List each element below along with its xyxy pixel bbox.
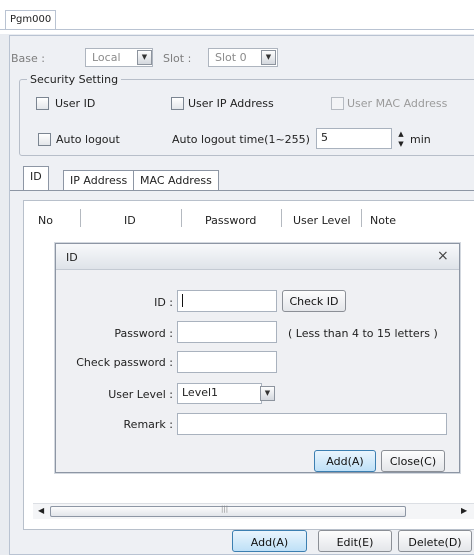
- slot-select-value: Slot 0: [215, 51, 247, 64]
- horizontal-scrollbar[interactable]: ◀ ||| ▶: [33, 503, 474, 519]
- user-id-checkbox[interactable]: [36, 97, 49, 110]
- text-cursor: [182, 294, 183, 307]
- column-header-user-level: User Level: [293, 214, 351, 227]
- base-label: Base :: [11, 52, 45, 65]
- min-label: min: [410, 133, 431, 146]
- tab-id-label: ID: [30, 170, 42, 183]
- remark-input[interactable]: [177, 413, 447, 435]
- user-id-label: User ID: [55, 97, 96, 110]
- check-id-button[interactable]: Check ID: [282, 290, 346, 312]
- close-button-label: Close(C): [389, 455, 437, 468]
- tab-ip-address-label: IP Address: [70, 174, 128, 187]
- tab-divider: [10, 190, 474, 191]
- user-level-label: User Level :: [108, 388, 173, 401]
- user-ip-checkbox[interactable]: [171, 97, 184, 110]
- auto-logout-time-label: Auto logout time(1~255): [172, 133, 310, 146]
- bottom-edit-label: Edit(E): [336, 536, 374, 549]
- scrollbar-thumb[interactable]: |||: [50, 505, 406, 517]
- chevron-down-icon[interactable]: ▼: [261, 50, 276, 65]
- tabbar-divider: [0, 29, 474, 30]
- tab-mac-address[interactable]: MAC Address: [133, 170, 219, 190]
- id-dialog: ID × ID : Check ID Password : ( Less tha…: [55, 243, 460, 473]
- column-separator: [80, 209, 81, 227]
- close-button[interactable]: Close(C): [381, 450, 445, 472]
- close-icon[interactable]: ×: [437, 248, 449, 264]
- column-header-password: Password: [205, 214, 257, 227]
- id-label: ID :: [154, 296, 173, 309]
- bottom-add-button[interactable]: Add(A): [232, 530, 307, 552]
- check-id-button-label: Check ID: [289, 295, 339, 308]
- remark-label: Remark :: [123, 418, 173, 431]
- bottom-delete-button[interactable]: Delete(D): [398, 530, 472, 552]
- auto-logout-time-field[interactable]: 5: [316, 128, 392, 149]
- document-tab-label: Pgm000: [10, 14, 52, 25]
- triangle-up-icon[interactable]: ▲: [396, 129, 406, 139]
- password-hint: ( Less than 4 to 15 letters ): [288, 327, 438, 340]
- bottom-delete-label: Delete(D): [408, 536, 462, 549]
- check-password-label: Check password :: [76, 356, 173, 369]
- user-ip-label: User IP Address: [188, 97, 274, 110]
- auto-logout-label: Auto logout: [56, 133, 120, 146]
- auto-logout-time-value: 5: [321, 131, 328, 144]
- column-separator: [181, 209, 182, 227]
- column-header-id: ID: [124, 214, 136, 227]
- user-level-value: Level1: [182, 386, 219, 399]
- check-password-input[interactable]: [177, 351, 277, 373]
- document-tab[interactable]: Pgm000: [5, 10, 57, 30]
- bottom-edit-button[interactable]: Edit(E): [318, 530, 392, 552]
- slot-label: Slot :: [163, 52, 192, 65]
- column-separator: [281, 209, 282, 227]
- column-separator: [361, 209, 362, 227]
- dialog-title: ID: [66, 251, 78, 264]
- add-button[interactable]: Add(A): [314, 450, 376, 472]
- bottom-add-label: Add(A): [250, 536, 289, 549]
- user-level-select[interactable]: Level1: [177, 383, 262, 404]
- chevron-down-icon[interactable]: ▼: [137, 50, 152, 65]
- tab-id[interactable]: ID: [23, 166, 49, 190]
- auto-logout-checkbox[interactable]: [38, 133, 51, 146]
- dialog-titlebar[interactable]: ID ×: [56, 244, 459, 270]
- id-input[interactable]: [177, 290, 277, 312]
- password-label: Password :: [114, 327, 173, 340]
- user-mac-label: User MAC Address: [347, 97, 448, 110]
- security-setting-title: Security Setting: [27, 73, 122, 86]
- add-button-label: Add(A): [326, 455, 364, 468]
- triangle-down-icon[interactable]: ▼: [396, 139, 406, 149]
- user-mac-checkbox[interactable]: [331, 97, 344, 110]
- column-header-no: No: [38, 214, 53, 227]
- password-input[interactable]: [177, 321, 277, 343]
- tab-mac-address-label: MAC Address: [140, 174, 212, 187]
- chevron-down-icon[interactable]: ▼: [260, 386, 275, 401]
- triangle-right-icon[interactable]: ▶: [461, 506, 467, 515]
- tab-ip-address[interactable]: IP Address: [63, 170, 135, 190]
- triangle-left-icon[interactable]: ◀: [38, 506, 44, 515]
- column-header-note: Note: [370, 214, 397, 227]
- grip-icon: |||: [221, 505, 229, 513]
- base-select-value: Local: [92, 51, 121, 64]
